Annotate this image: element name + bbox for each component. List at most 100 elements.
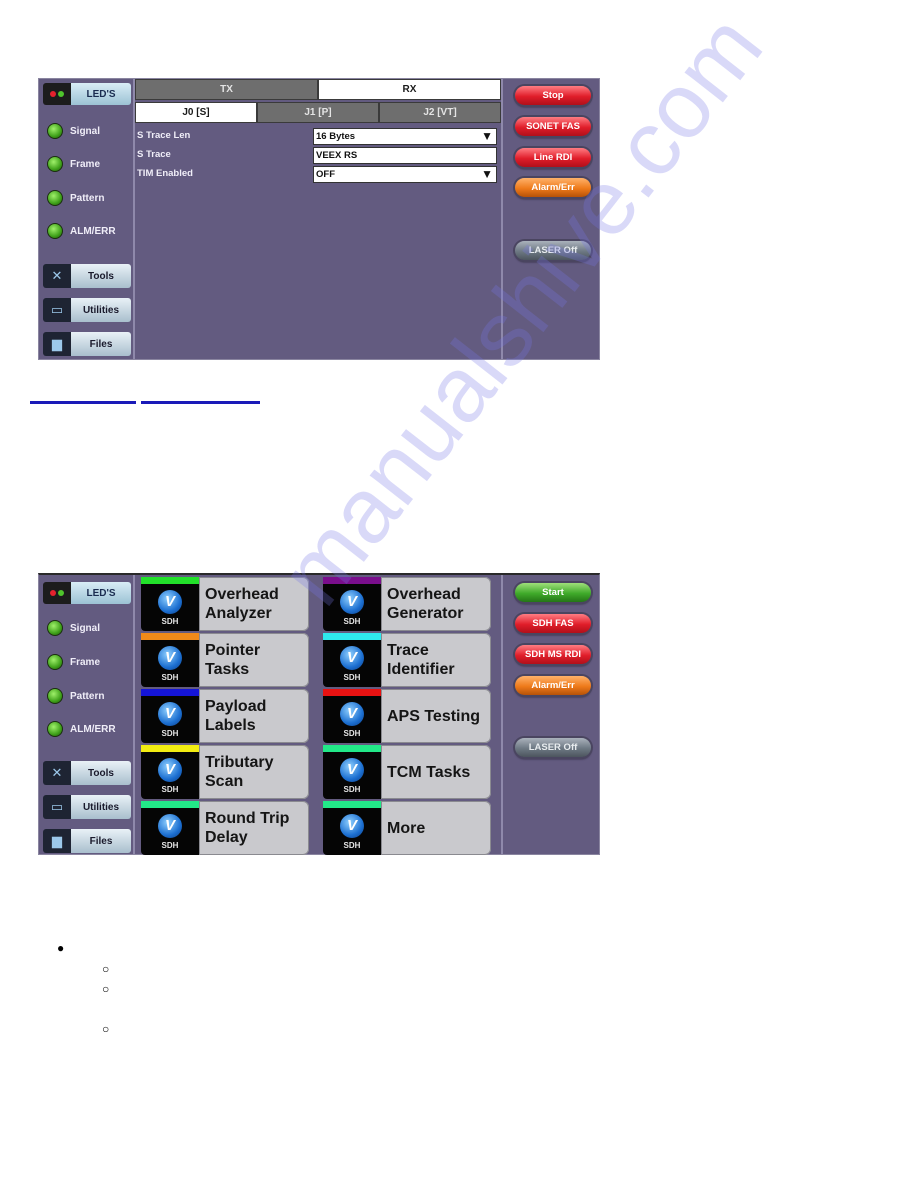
led-signal: Signal [47,123,100,139]
led-indicator-icon [47,156,63,172]
s-trace-value: VEEX RS [316,150,358,161]
leds-icon [43,582,71,604]
dropdown-arrow-icon: ▼ [481,129,493,143]
sdh-fas-button[interactable]: SDH FAS [515,614,591,633]
tab-j1[interactable]: J1 [P] [257,102,379,123]
s-trace-len-dropdown[interactable]: 16 Bytes ▼ [313,128,497,145]
link-1[interactable] [30,401,136,404]
led-label: Signal [70,622,101,634]
veex-logo-icon: V [158,702,182,726]
tab-j2[interactable]: J2 [VT] [379,102,501,123]
task-grid: V SDH Overhead Analyzer V SDH Overhead Generato… [135,575,501,855]
veex-logo-icon: V [340,814,364,838]
veex-logo-icon: V [158,646,182,670]
sdh-icon: V SDH [141,633,199,687]
led-indicator-icon [47,688,63,704]
sdh-ms-rdi-button[interactable]: SDH MS RDI [515,645,591,664]
tools-button[interactable]: ✕ Tools [43,264,131,288]
led-alm-err: ALM/ERR [47,721,116,737]
led-alm-err: ALM/ERR [47,223,116,239]
sdh-icon: V SDH [141,577,199,631]
files-label: Files [71,829,131,853]
task-tile-pointer-tasks[interactable]: V SDH Pointer Tasks [141,633,309,687]
s-trace-row: S Trace VEEX RS [135,147,497,164]
action-sidebar: Stop SONET FAS Line RDI Alarm/Err LASER … [501,79,599,359]
tools-button[interactable]: ✕ Tools [43,761,131,785]
alarm-err-button[interactable]: Alarm/Err [515,178,591,197]
line-rdi-button[interactable]: Line RDI [515,148,591,167]
laser-off-button[interactable]: LASER Off [515,738,591,757]
tab-tx[interactable]: TX [135,79,318,100]
laser-off-button[interactable]: LASER Off [515,241,591,260]
sdh-icon: V SDH [323,689,381,743]
task-tile-aps-testing[interactable]: V SDH APS Testing [323,689,491,743]
leds-button[interactable]: LED'S [43,83,131,105]
tile-color-bar [141,801,199,808]
led-label: Pattern [70,192,105,204]
tools-label: Tools [71,761,131,785]
tile-color-bar [141,577,199,584]
tile-color-bar [323,577,381,584]
leds-icon [43,83,71,105]
tile-label: Tributary Scan [199,745,309,799]
led-label: Frame [70,158,101,170]
sdh-icon: V SDH [141,689,199,743]
tim-enabled-dropdown[interactable]: OFF ▼ [313,166,497,183]
leds-button[interactable]: LED'S [43,582,131,604]
led-label: Frame [70,656,101,668]
sdh-label: SDH [161,617,179,626]
veex-logo-icon: V [340,758,364,782]
sdh-label: SDH [343,785,361,794]
led-label: Pattern [70,690,105,702]
led-pattern: Pattern [47,190,104,206]
files-button[interactable]: ▆ Files [43,332,131,356]
leds-label: LED'S [71,83,131,105]
led-indicator-icon [47,721,63,737]
task-tile-payload-labels[interactable]: V SDH Payload Labels [141,689,309,743]
task-tile-overhead-generator[interactable]: V SDH Overhead Generator [323,577,491,631]
tile-label: Trace Identifier [381,633,491,687]
task-tile-trace-identifier[interactable]: V SDH Trace Identifier [323,633,491,687]
tab-rx[interactable]: RX [318,79,501,100]
led-frame: Frame [47,156,100,172]
sdh-label: SDH [161,841,179,850]
alarm-err-button[interactable]: Alarm/Err [515,676,591,695]
tile-label: Payload Labels [199,689,309,743]
tools-icon: ✕ [43,264,71,288]
veex-logo-icon: V [340,702,364,726]
stop-button[interactable]: Stop [515,86,591,105]
sonet-fas-button[interactable]: SONET FAS [515,117,591,136]
files-button[interactable]: ▆ Files [43,829,131,853]
start-button[interactable]: Start [515,583,591,602]
main-panel: TX RX J0 [S] J1 [P] J2 [VT] S Trace Len … [135,79,501,359]
tile-color-bar [141,745,199,752]
utilities-icon: ▭ [43,795,71,819]
sdh-icon: V SDH [141,745,199,799]
tab-j0[interactable]: J0 [S] [135,102,257,123]
s-trace-len-row: S Trace Len 16 Bytes ▼ [135,128,497,145]
utilities-icon: ▭ [43,298,71,322]
led-indicator-icon [47,223,63,239]
task-tile-round-trip-delay[interactable]: V SDH Round Trip Delay [141,801,309,855]
led-indicator-icon [47,190,63,206]
action-sidebar: Start SDH FAS SDH MS RDI Alarm/Err LASER… [501,575,599,854]
main-tabs: TX RX [135,79,501,100]
s-trace-len-label: S Trace Len [137,130,191,141]
utilities-label: Utilities [71,298,131,322]
utilities-button[interactable]: ▭ Utilities [43,795,131,819]
sdh-icon: V SDH [141,801,199,855]
led-label: ALM/ERR [70,225,116,237]
task-tile-overhead-analyzer[interactable]: V SDH Overhead Analyzer [141,577,309,631]
sdh-label: SDH [343,729,361,738]
utilities-button[interactable]: ▭ Utilities [43,298,131,322]
tile-label: Round Trip Delay [199,801,309,855]
sublist-bullet: ○ [102,1022,110,1036]
trace-identifier-screen: LED'S Signal Frame Pattern ALM/ERR ✕ Tool… [38,78,600,360]
files-label: Files [71,332,131,356]
task-tile-more[interactable]: V SDH More [323,801,491,855]
task-tile-tcm-tasks[interactable]: V SDH TCM Tasks [323,745,491,799]
sdh-icon: V SDH [323,745,381,799]
link-2[interactable] [141,401,260,404]
s-trace-input[interactable]: VEEX RS [313,147,497,164]
task-tile-tributary-scan[interactable]: V SDH Tributary Scan [141,745,309,799]
